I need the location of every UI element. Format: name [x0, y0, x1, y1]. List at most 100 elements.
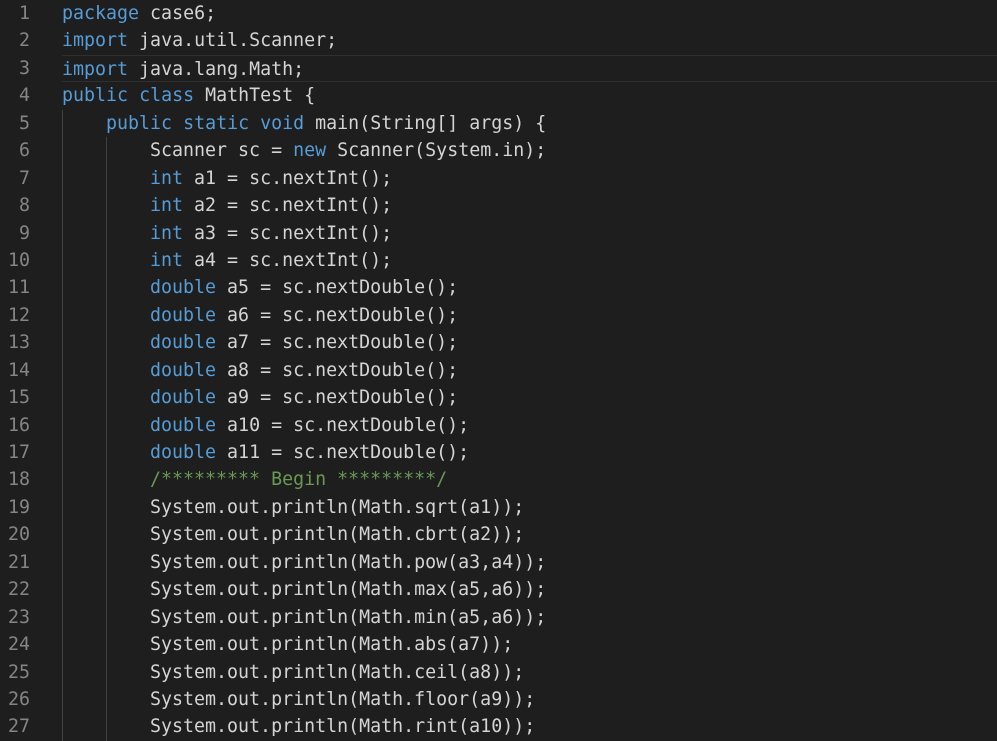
code-token: System.out.println(Math.sqrt(a1));	[150, 496, 525, 518]
code-token: Scanner(System.in);	[326, 140, 547, 162]
keyword-token: int	[150, 222, 184, 244]
code-line-5[interactable]: 5 public static void main(String[] args) …	[0, 110, 997, 137]
line-number: 2	[18, 30, 30, 52]
code-line-11[interactable]: 11 double a5 = sc.nextDouble();	[0, 274, 997, 301]
line-number: 13	[7, 332, 30, 354]
code-line-17[interactable]: 17 double a11 = sc.nextDouble();	[0, 439, 997, 466]
line-number: 15	[7, 387, 30, 409]
code-token: a4 = sc.nextInt();	[183, 249, 393, 271]
keyword-token: double	[150, 277, 217, 299]
code-token: java.util.Scanner;	[128, 30, 338, 52]
code-text: int a4 = sc.nextInt();	[62, 247, 997, 274]
code-text: double a6 = sc.nextDouble();	[62, 302, 997, 329]
line-number: 17	[7, 442, 30, 463]
code-line-23[interactable]: 23 System.out.println(Math.min(a5,a6));	[0, 604, 997, 631]
code-token: java.lang.Math;	[128, 58, 305, 80]
code-line-25[interactable]: 25 System.out.println(Math.ceil(a8));	[0, 659, 997, 686]
keyword-token: import	[62, 30, 129, 52]
code-line-20[interactable]: 20 System.out.println(Math.cbrt(a2));	[0, 521, 997, 548]
code-line-1[interactable]: 1 package case6;	[0, 0, 997, 27]
code-line-6[interactable]: 6 Scanner sc = new Scanner(System.in);	[0, 137, 997, 164]
code-text: package case6;	[62, 0, 997, 27]
code-line-26[interactable]: 26 System.out.println(Math.floor(a9));	[0, 686, 997, 713]
code-token: System.out.println(Math.cbrt(a2));	[150, 524, 525, 546]
code-line-4[interactable]: 4 public class MathTest {	[0, 82, 997, 109]
line-number: 22	[7, 579, 30, 601]
code-text: System.out.println(Math.abs(a7));	[62, 631, 997, 658]
code-token: System.out.println(Math.pow(a3,a4));	[150, 551, 547, 573]
code-text: import java.util.Scanner;	[62, 27, 997, 54]
line-number: 9	[18, 222, 30, 244]
line-number: 21	[7, 551, 30, 573]
comment-token: /********* Begin *********/	[150, 469, 448, 491]
code-token: a11 = sc.nextDouble();	[216, 442, 470, 463]
code-text: System.out.println(Math.floor(a9));	[62, 686, 997, 713]
code-text: public static void main(String[] args) {	[62, 110, 997, 137]
code-token: a5 = sc.nextDouble();	[216, 277, 459, 299]
code-token: System.out.println(Math.min(a5,a6));	[150, 606, 547, 628]
code-line-2[interactable]: 2 import java.util.Scanner;	[0, 27, 997, 54]
line-number: 7	[18, 167, 30, 189]
code-line-7[interactable]: 7 int a1 = sc.nextInt();	[0, 165, 997, 192]
code-line-18[interactable]: 18 /********* Begin *********/	[0, 466, 997, 493]
code-text: double a11 = sc.nextDouble();	[62, 439, 997, 466]
code-token: a8 = sc.nextDouble();	[216, 359, 459, 381]
line-number: 23	[7, 606, 30, 628]
code-line-16[interactable]: 16 double a10 = sc.nextDouble();	[0, 412, 997, 439]
code-line-3[interactable]: 3 import java.lang.Math;	[0, 54, 997, 83]
code-text: public class MathTest {	[62, 82, 997, 109]
keyword-token: class	[139, 85, 195, 107]
line-number: 25	[7, 661, 30, 683]
line-number: 24	[7, 634, 30, 656]
code-text: int a2 = sc.nextInt();	[62, 192, 997, 219]
code-line-13[interactable]: 13 double a7 = sc.nextDouble();	[0, 329, 997, 356]
keyword-token: double	[150, 387, 217, 409]
code-editor[interactable]: 1 package case6; 2 import java.util.Scanner…	[0, 0, 997, 741]
code-line-27[interactable]: 27 System.out.println(Math.rint(a10));	[0, 713, 997, 740]
code-token: main(String[] args) {	[304, 112, 547, 134]
keyword-token: double	[150, 359, 217, 381]
code-lines: 1 package case6; 2 import java.util.Scanner…	[0, 0, 997, 741]
code-token: case6;	[139, 3, 217, 24]
line-number: 1	[18, 3, 30, 24]
code-text: double a10 = sc.nextDouble();	[62, 412, 997, 439]
line-number: 8	[18, 195, 30, 217]
code-line-10[interactable]: 10 int a4 = sc.nextInt();	[0, 247, 997, 274]
code-token: a6 = sc.nextDouble();	[216, 304, 459, 326]
code-line-12[interactable]: 12 double a6 = sc.nextDouble();	[0, 302, 997, 329]
keyword-token: import	[62, 58, 129, 80]
code-text: System.out.println(Math.ceil(a8));	[62, 659, 997, 686]
code-token: a3 = sc.nextInt();	[183, 222, 393, 244]
code-line-15[interactable]: 15 double a9 = sc.nextDouble();	[0, 384, 997, 411]
code-text: int a3 = sc.nextInt();	[62, 220, 997, 247]
code-text: double a7 = sc.nextDouble();	[62, 329, 997, 356]
keyword-token: void	[260, 112, 305, 134]
line-number: 10	[7, 249, 30, 271]
code-token: a7 = sc.nextDouble();	[216, 332, 459, 354]
keyword-token: static	[183, 112, 250, 134]
code-text: System.out.println(Math.pow(a3,a4));	[62, 549, 997, 576]
code-token: MathTest {	[194, 85, 316, 107]
code-line-22[interactable]: 22 System.out.println(Math.max(a5,a6));	[0, 576, 997, 603]
code-line-9[interactable]: 9 int a3 = sc.nextInt();	[0, 220, 997, 247]
code-text: System.out.println(Math.rint(a10));	[62, 713, 997, 740]
code-text: System.out.println(Math.min(a5,a6));	[62, 604, 997, 631]
code-line-8[interactable]: 8 int a2 = sc.nextInt();	[0, 192, 997, 219]
keyword-token: package	[62, 3, 140, 24]
code-line-21[interactable]: 21 System.out.println(Math.pow(a3,a4));	[0, 549, 997, 576]
line-number: 6	[18, 140, 30, 162]
code-token: System.out.println(Math.floor(a9));	[150, 688, 536, 710]
code-line-14[interactable]: 14 double a8 = sc.nextDouble();	[0, 357, 997, 384]
keyword-token: new	[293, 140, 327, 162]
line-number: 14	[7, 359, 30, 381]
keyword-token: double	[150, 414, 217, 436]
line-number: 26	[7, 688, 30, 710]
code-line-24[interactable]: 24 System.out.println(Math.abs(a7));	[0, 631, 997, 658]
code-token: Scanner sc =	[150, 140, 294, 162]
code-text: Scanner sc = new Scanner(System.in);	[62, 137, 997, 164]
code-line-19[interactable]: 19 System.out.println(Math.sqrt(a1));	[0, 494, 997, 521]
line-number: 5	[18, 112, 30, 134]
